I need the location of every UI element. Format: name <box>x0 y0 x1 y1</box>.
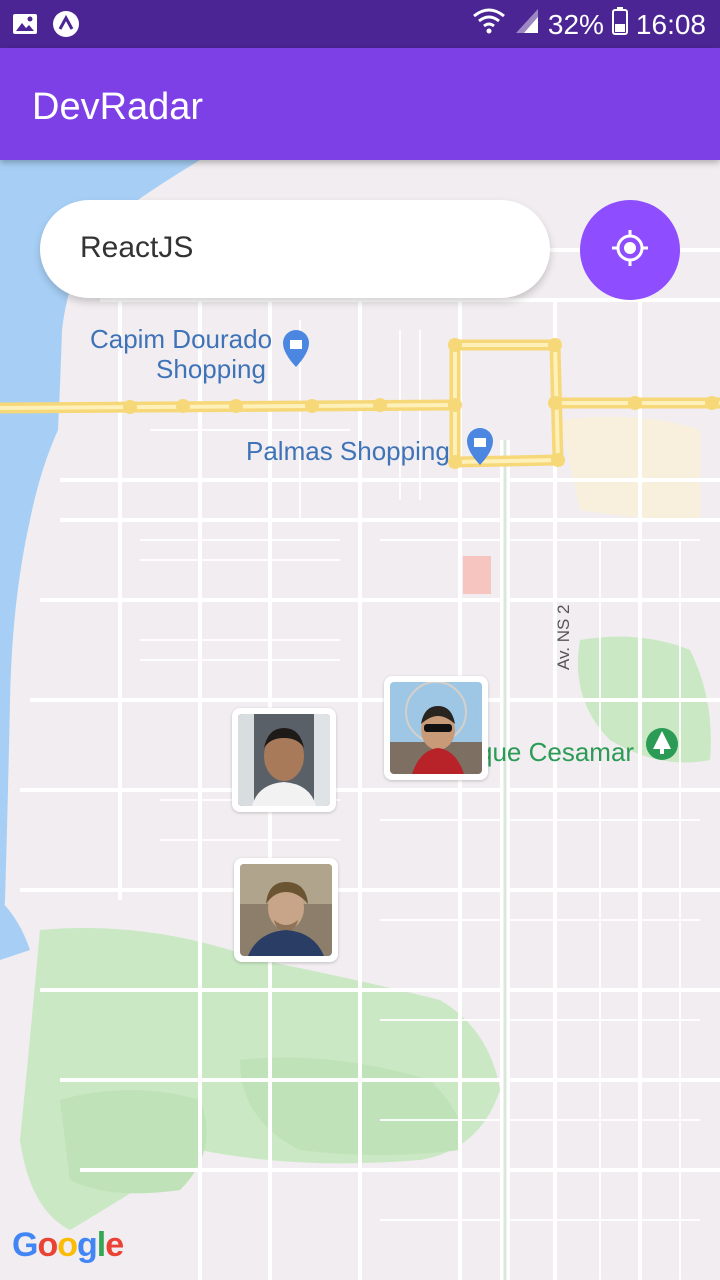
place-label-line: Shopping <box>156 354 266 384</box>
battery-icon <box>611 7 628 42</box>
shopping-pin-icon <box>283 330 309 367</box>
map-view[interactable]: Capim Dourado Shopping Palmas Shopping q… <box>0 160 720 1280</box>
park-label: que Cesamar <box>478 737 635 767</box>
developer-marker-1[interactable] <box>232 708 336 812</box>
my-location-icon <box>610 228 650 273</box>
place-label-line: Capim Dourado <box>89 324 273 354</box>
signal-icon <box>514 7 540 42</box>
google-logo: Google <box>12 1226 124 1264</box>
developer-avatar <box>238 714 330 806</box>
app-bar: DevRadar <box>0 48 720 160</box>
my-location-button[interactable] <box>580 200 680 300</box>
clock-time: 16:08 <box>635 8 706 40</box>
place-label-line: Palmas Shopping <box>246 436 450 466</box>
app-title: DevRadar <box>32 86 204 128</box>
developer-avatar <box>390 682 482 774</box>
road-label: Av. NS 2 <box>554 604 573 670</box>
place-label-palmas-shopping: Palmas Shopping <box>246 436 450 466</box>
battery-text: 32% <box>547 8 604 40</box>
search-value[interactable]: ReactJS <box>80 231 193 265</box>
wifi-icon <box>472 6 506 43</box>
app-a-icon <box>52 10 80 43</box>
park-pin-icon <box>646 728 678 760</box>
status-bar: 32% 16:08 <box>0 0 720 48</box>
developer-marker-2[interactable] <box>384 676 488 780</box>
image-icon <box>12 12 38 41</box>
developer-marker-3[interactable] <box>234 858 338 962</box>
developer-avatar <box>240 864 332 956</box>
search-input[interactable]: ReactJS <box>40 200 550 298</box>
place-label-capim-dourado: Capim Dourado Shopping <box>86 324 276 384</box>
